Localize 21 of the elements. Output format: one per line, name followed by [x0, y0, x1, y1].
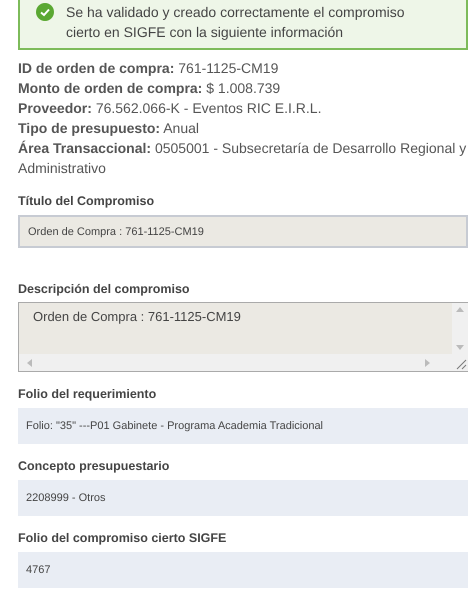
readonly-field: Folio: "35" ---P01 Gabinete - Programa Academia Tradicional: [18, 408, 468, 444]
scroll-up-icon[interactable]: [456, 307, 464, 312]
scroll-left-icon[interactable]: [27, 358, 32, 366]
check-icon: [36, 3, 54, 21]
title-field[interactable]: Orden de Compra : 761-1125-CM19: [18, 215, 468, 248]
field-label: Descripción del compromiso: [18, 282, 191, 296]
detail-line: Tipo de presupuesto: Anual: [18, 119, 200, 138]
scroll-right-icon[interactable]: [425, 358, 430, 366]
detail-line: Proveedor: 76.562.066-K - Eventos RIC E.I.R.L.: [18, 99, 322, 118]
readonly-field: 4767: [18, 552, 468, 588]
readonly-field: 2208999 - Otros: [18, 480, 468, 516]
alert-message: Se ha validado y creado correctamente el compromiso cierto en SIGFE con la siguiente información: [66, 3, 406, 42]
detail-line: Área Transaccional: 0505001 - Subsecretaría de Desarrollo Regional y Administrativo: [18, 139, 468, 178]
field-label: Concepto presupuestario: [18, 459, 170, 473]
description-field[interactable]: Orden de Compra : 761-1125-CM19: [19, 303, 452, 354]
field-label: Folio del compromiso cierto SIGFE: [18, 531, 228, 545]
detail-line: Monto de orden de compra: $ 1.008.739: [18, 79, 282, 98]
field-label: Folio del requerimiento: [18, 387, 158, 401]
detail-line: ID de orden de compra: 761-1125-CM19: [18, 59, 280, 78]
field-label: Título del Compromiso: [18, 194, 156, 208]
scroll-down-icon[interactable]: [456, 345, 464, 350]
